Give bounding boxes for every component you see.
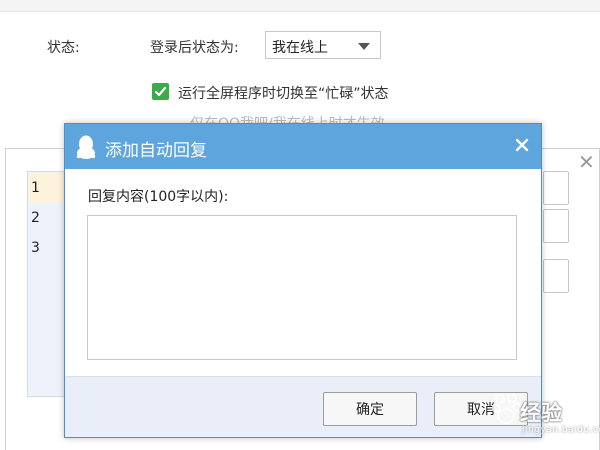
side-button-delete[interactable] xyxy=(543,259,569,293)
after-login-status-label: 登录后状态为: xyxy=(150,40,239,56)
list-item[interactable]: 3 xyxy=(28,233,66,263)
checkmark-icon xyxy=(154,86,167,97)
fullscreen-busy-label[interactable]: 运行全屏程序时切换至“忙碌”状态 xyxy=(178,83,389,103)
status-label: 状态: xyxy=(47,40,80,56)
status-dropdown[interactable]: 我在线上 xyxy=(265,31,381,59)
list-item[interactable]: 2 xyxy=(28,203,66,233)
close-icon[interactable]: ✕ xyxy=(578,152,595,172)
status-dropdown-value: 我在线上 xyxy=(272,40,328,56)
paw-icon xyxy=(492,393,522,424)
top-strip xyxy=(0,0,600,12)
baidu-jingyan-watermark: 经验 jingyan.baidu.com xyxy=(492,385,600,445)
list-item[interactable]: 1 xyxy=(28,173,66,203)
ok-button[interactable]: 确定 xyxy=(323,392,417,426)
dialog-header: 添加自动回复 xyxy=(65,124,541,169)
dialog-title: 添加自动回复 xyxy=(105,141,207,161)
close-icon[interactable] xyxy=(511,134,533,156)
dialog-footer: 确定 取消 xyxy=(65,376,541,437)
side-button-edit[interactable] xyxy=(543,209,569,243)
reply-content-label: 回复内容(100字以内): xyxy=(88,189,229,205)
reply-content-input[interactable] xyxy=(87,215,517,360)
fullscreen-busy-checkbox[interactable] xyxy=(152,83,169,100)
qq-penguin-icon xyxy=(76,135,96,159)
chevron-down-icon xyxy=(358,43,370,50)
side-button-add[interactable] xyxy=(543,171,569,205)
add-auto-reply-dialog: 添加自动回复 回复内容(100字以内): 确定 取消 xyxy=(64,123,542,438)
